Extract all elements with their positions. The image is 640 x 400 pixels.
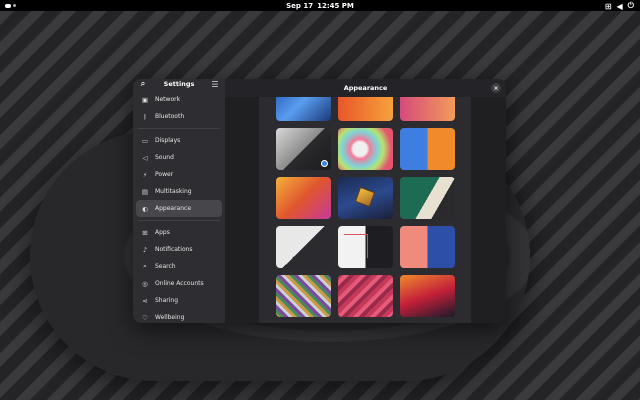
bell-icon: ♪ [142,245,148,254]
sidebar-item-label: Bluetooth [155,113,185,120]
sidebar-item-label: Multitasking [155,188,192,195]
wallpaper-gallery [259,97,471,323]
wallpaper-grid [276,97,455,323]
sidebar-item-label: Appearance [155,205,192,212]
sidebar-item-power[interactable]: ⚡ Power [136,166,222,183]
power-icon: ⚡ [142,170,148,179]
wellbeing-icon: ♡ [142,313,148,322]
page-title: Appearance [343,84,388,92]
wallpaper-thumbnail[interactable] [400,275,455,317]
sidebar-item-label: Notifications [155,246,193,253]
selected-check-icon [321,160,328,167]
sidebar-item-wellbeing[interactable]: ♡ Wellbeing [136,309,222,323]
wallpaper-thumbnail[interactable] [400,177,455,219]
sidebar-item-bluetooth[interactable]: ᛒ Bluetooth [136,108,222,125]
display-icon: ▭ [141,136,149,145]
top-bar: Sep 17 12:45 PM ⊞ ◀ ⏻ [0,0,640,11]
sidebar-item-label: Sharing [155,297,179,304]
wallpaper-thumbnail[interactable] [276,226,331,268]
sidebar-item-label: Power [155,171,174,178]
sidebar-item-appearance[interactable]: ◐ Appearance [136,200,222,217]
sidebar-item-notifications[interactable]: ♪ Notifications [136,241,222,258]
sidebar-item-label: Apps [155,229,170,236]
metro-lines-graphic [344,234,368,258]
wallpaper-thumbnail[interactable] [400,226,455,268]
multitasking-icon: ▤ [141,187,149,196]
system-tray[interactable]: ⊞ ◀ ⏻ [605,1,634,11]
wallpaper-thumbnail[interactable] [276,97,331,121]
sidebar-item-label: Displays [155,137,181,144]
wallpaper-thumbnail[interactable] [338,275,393,317]
settings-window: ⌕ Settings ☰ ▣ Network ᛒ Bluetooth ▭ Dis… [133,79,506,323]
sidebar-item-sound[interactable]: ◁ Sound [136,149,222,166]
sidebar-item-label: Wellbeing [155,314,185,321]
sidebar-item-multitasking[interactable]: ▤ Multitasking [136,183,222,200]
appearance-icon: ◐ [142,204,148,213]
menu-icon[interactable]: ☰ [210,80,220,89]
sidebar-item-network[interactable]: ▣ Network [136,91,222,108]
wallpaper-thumbnail[interactable] [338,128,393,170]
wallpaper-thumbnail[interactable] [338,226,393,268]
sidebar-item-online-accounts[interactable]: ◎ Online Accounts [136,275,222,292]
accounts-icon: ◎ [142,279,148,288]
cube-graphic [354,186,376,208]
sidebar-item-label: Online Accounts [155,280,204,287]
wallpaper-thumbnail[interactable] [400,128,455,170]
bluetooth-icon: ᛒ [143,112,147,121]
wallpaper-thumbnail[interactable] [338,177,393,219]
clock-date: Sep 17 [286,1,314,10]
sidebar-separator [138,220,220,221]
wallpaper-thumbnail-selected[interactable] [276,128,331,170]
clock-time: 12:45 PM [317,1,354,10]
main-pane: Appearance × [225,79,506,323]
sidebar: ⌕ Settings ☰ ▣ Network ᛒ Bluetooth ▭ Dis… [133,79,225,323]
wallpaper-thumbnail[interactable] [276,177,331,219]
workspace-dot [13,4,16,7]
main-header: Appearance × [225,79,506,97]
sidebar-header: ⌕ Settings ☰ [133,79,225,89]
clock[interactable]: Sep 17 12:45 PM [286,2,354,10]
activities-indicator[interactable] [5,3,21,8]
network-icon: ▣ [141,95,149,104]
sidebar-item-apps[interactable]: ⊞ Apps [136,224,222,241]
sidebar-list: ▣ Network ᛒ Bluetooth ▭ Displays ◁ Sound… [133,89,225,323]
sound-icon: ◁ [142,153,148,162]
wallpaper-thumbnail[interactable] [338,97,393,121]
network-icon: ⊞ [604,1,612,11]
wallpaper-thumbnail[interactable] [400,97,455,121]
sidebar-item-sharing[interactable]: ⋖ Sharing [136,292,222,309]
power-icon: ⏻ [627,1,634,10]
sidebar-item-label: Network [155,96,181,103]
sidebar-item-displays[interactable]: ▭ Displays [136,132,222,149]
workspace-active-pill [5,3,11,8]
sidebar-item-label: Sound [155,154,174,161]
search-icon[interactable]: ⌕ [138,79,148,89]
volume-icon: ◀ [616,1,623,11]
apps-icon: ⊞ [142,228,148,237]
search-icon: ⌕ [143,262,147,270]
close-button[interactable]: × [491,83,501,93]
sidebar-title: Settings [163,80,195,88]
sidebar-item-label: Search [155,263,176,270]
sidebar-separator [138,128,220,129]
wallpaper-thumbnail[interactable] [276,275,331,317]
sidebar-item-search[interactable]: ⌕ Search [136,258,222,275]
share-icon: ⋖ [142,296,148,305]
